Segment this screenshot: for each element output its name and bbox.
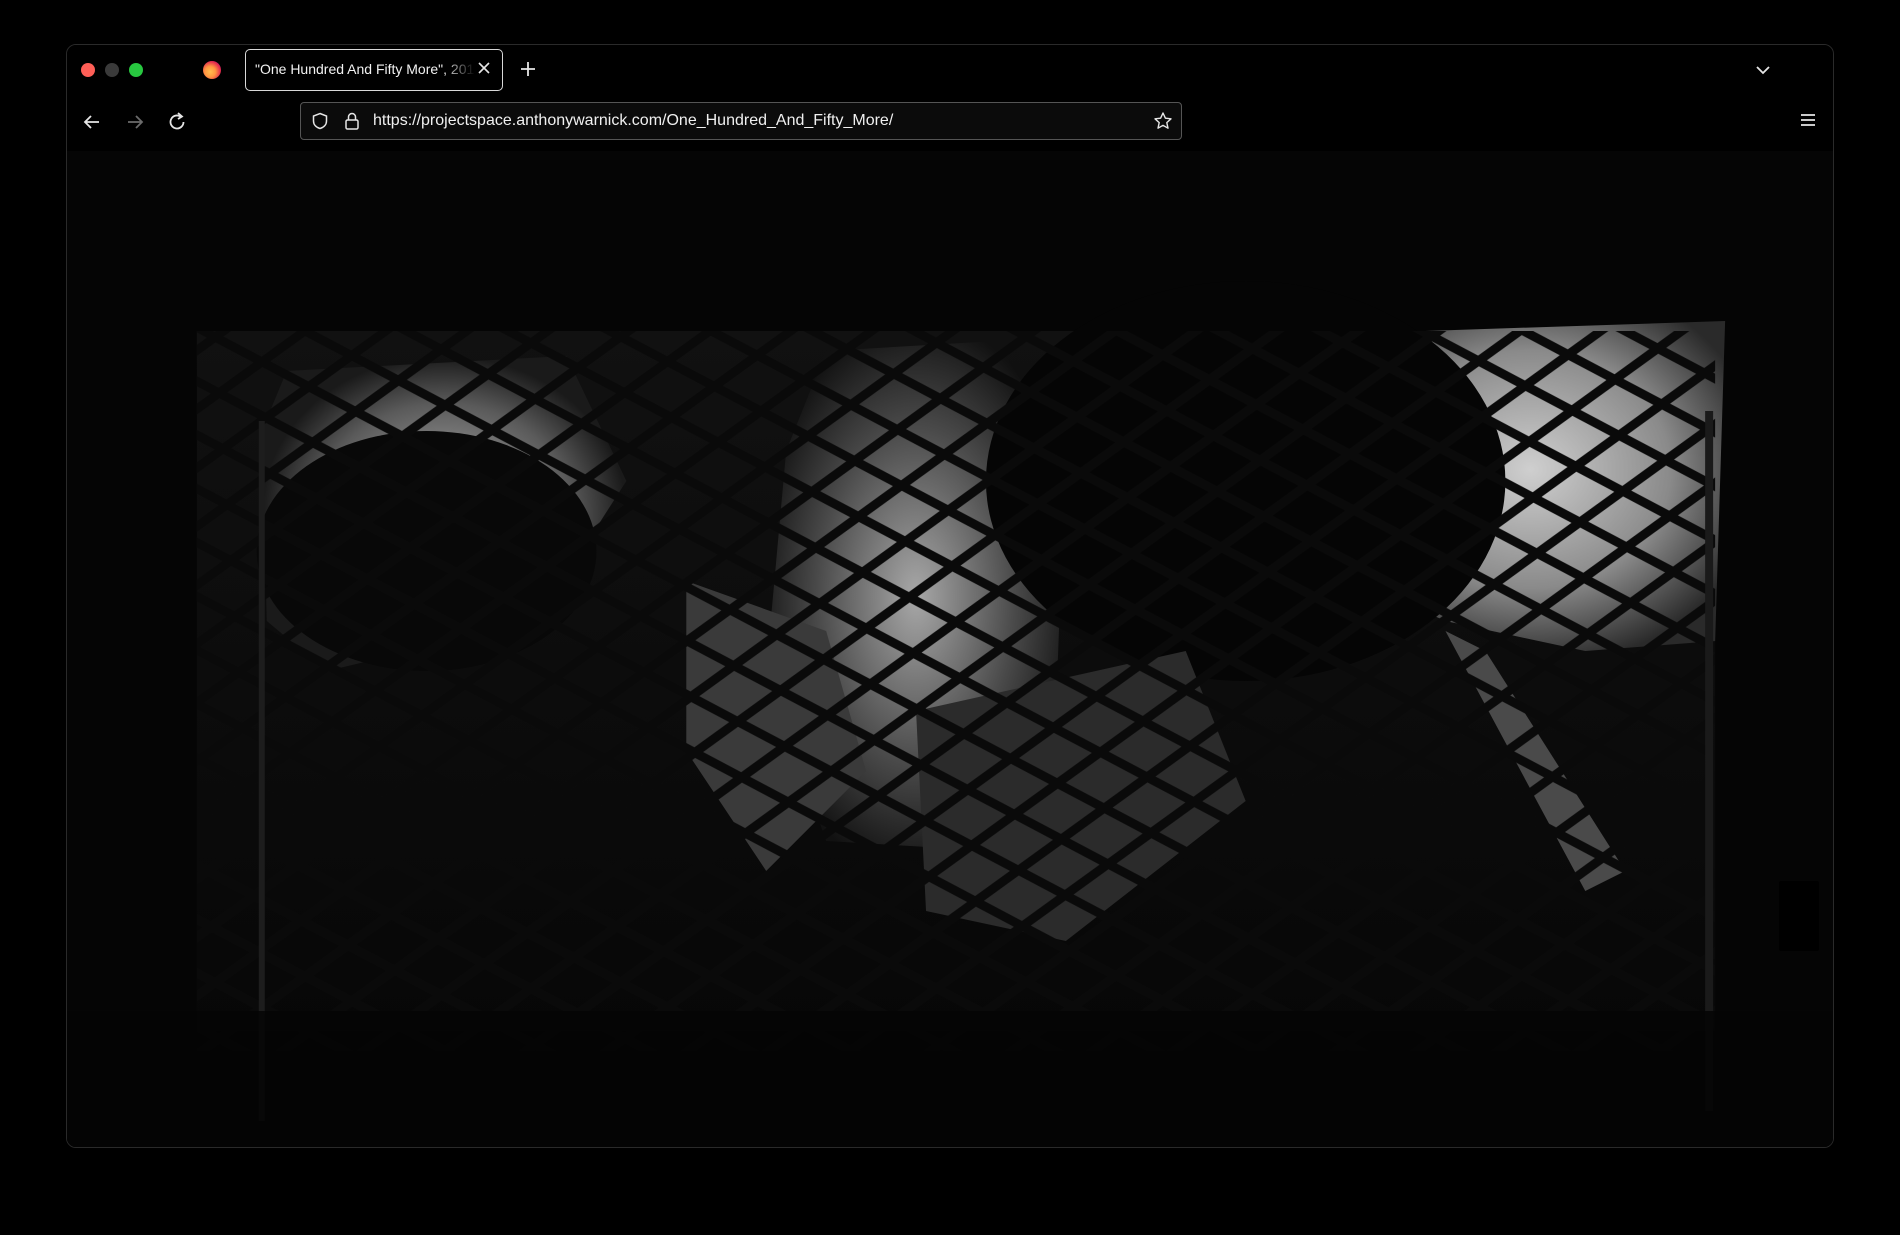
arrow-right-icon bbox=[128, 115, 144, 129]
scroll-handle[interactable] bbox=[1779, 881, 1819, 951]
plus-icon bbox=[521, 62, 535, 76]
forward-button[interactable] bbox=[122, 109, 148, 135]
firefox-icon bbox=[203, 61, 221, 79]
address-bar[interactable]: https://projectspace.anthonywarnick.com/… bbox=[300, 102, 1182, 140]
tab-title: "One Hundred And Fifty More", 2017 bbox=[255, 61, 475, 77]
url-text[interactable]: https://projectspace.anthonywarnick.com/… bbox=[373, 112, 893, 130]
app-menu-button[interactable] bbox=[1797, 109, 1819, 131]
lock-icon[interactable] bbox=[343, 111, 361, 131]
tab-active[interactable]: "One Hundred And Fifty More", 2017 bbox=[245, 49, 503, 91]
tab-list-button[interactable] bbox=[1753, 60, 1773, 80]
star-icon[interactable] bbox=[1153, 111, 1173, 131]
tab-bar: "One Hundred And Fifty More", 2017 bbox=[67, 45, 1833, 95]
close-icon[interactable] bbox=[476, 60, 492, 76]
window-minimize-button[interactable] bbox=[105, 63, 119, 77]
navigation-toolbar: https://projectspace.anthonywarnick.com/… bbox=[67, 95, 1833, 151]
reload-icon bbox=[169, 112, 185, 130]
window-close-button[interactable] bbox=[81, 63, 95, 77]
hamburger-icon bbox=[1801, 114, 1815, 126]
arrow-left-icon bbox=[83, 115, 99, 129]
back-button[interactable] bbox=[79, 109, 105, 135]
film-still-image[interactable] bbox=[67, 151, 1833, 1148]
chevron-down-icon bbox=[1756, 66, 1770, 75]
browser-window: "One Hundred And Fifty More", 2017 https… bbox=[66, 44, 1834, 1148]
new-tab-button[interactable] bbox=[517, 58, 539, 80]
shield-icon[interactable] bbox=[311, 112, 329, 130]
window-maximize-button[interactable] bbox=[129, 63, 143, 77]
reload-button[interactable] bbox=[164, 109, 190, 135]
page-content bbox=[67, 151, 1833, 1148]
